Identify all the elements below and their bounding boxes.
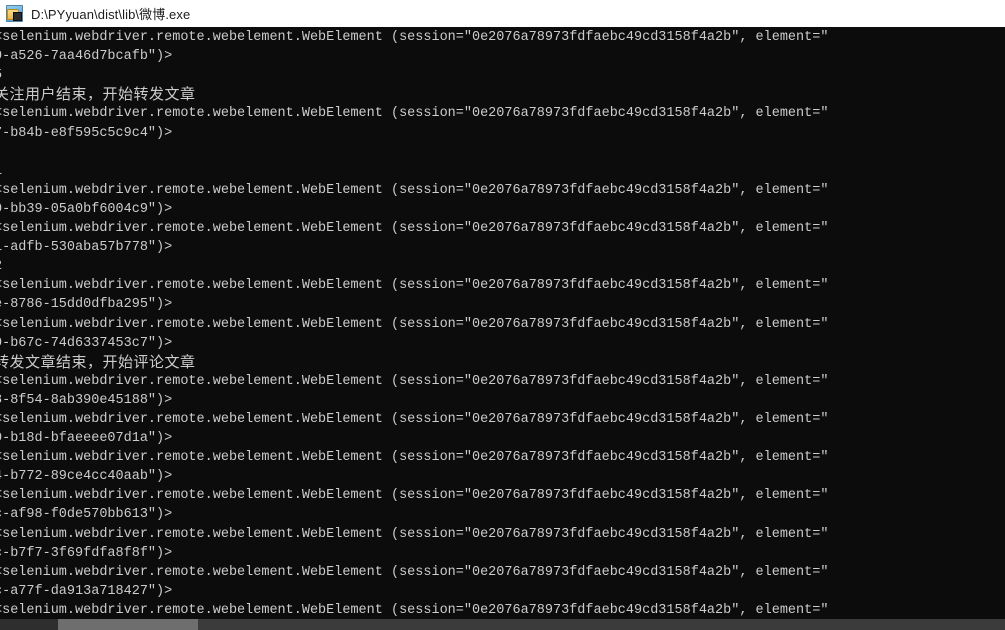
console-line: 7-b84b-e8f595c5c9c4")> — [0, 125, 173, 141]
console-line-list: 0<selenium.webdriver.remote.webelement.W… — [0, 27, 828, 619]
window-title: D:\PYyuan\dist\lib\微博.exe — [31, 7, 191, 22]
console-line: 0-b67c-74d6337453c7")> — [0, 335, 173, 351]
console-line: c-af98-f0de570bb613")> — [0, 507, 173, 523]
console-line: 0-a526-7aa46d7bcafb")> — [0, 49, 173, 65]
console-line: <selenium.webdriver.remote.webelement.We… — [0, 278, 829, 294]
horizontal-scrollbar[interactable] — [0, 619, 1005, 630]
console-window: D:\PYyuan\dist\lib\微博.exe 0<selenium.web… — [0, 0, 1005, 630]
console-line: e-8786-15dd0dfba295")> — [0, 297, 173, 313]
title-bar[interactable]: D:\PYyuan\dist\lib\微博.exe — [0, 0, 1005, 27]
console-line: 8-8f54-8ab390e45188")> — [0, 392, 173, 408]
console-line: <selenium.webdriver.remote.webelement.We… — [0, 106, 829, 122]
console-line: <selenium.webdriver.remote.webelement.We… — [0, 564, 829, 580]
console-line: 5 — [0, 66, 828, 85]
console-line: <selenium.webdriver.remote.webelement.We… — [0, 30, 829, 46]
console-line: <selenium.webdriver.remote.webelement.We… — [0, 488, 829, 504]
application-exe-icon — [6, 5, 23, 22]
console-line: <selenium.webdriver.remote.webelement.We… — [0, 182, 829, 198]
console-output-area[interactable]: 0<selenium.webdriver.remote.webelement.W… — [0, 27, 1005, 630]
console-line: <selenium.webdriver.remote.webelement.We… — [0, 450, 829, 466]
console-line: <selenium.webdriver.remote.webelement.We… — [0, 526, 829, 542]
console-text-viewport: 0<selenium.webdriver.remote.webelement.W… — [0, 27, 1005, 619]
console-line: 0-bb39-05a0bf6004c9")> — [0, 201, 173, 217]
console-line: <selenium.webdriver.remote.webelement.We… — [0, 602, 829, 618]
console-line: 0-b18d-bfaeeee07d1a")> — [0, 431, 173, 447]
console-line: 1-adfb-530aba57b778")> — [0, 240, 173, 256]
console-line: 关注用户结束，开始转发文章 — [0, 85, 196, 104]
console-line: 4-b772-89ce4cc40aab")> — [0, 469, 173, 485]
console-line: 转发文章结束，开始评论文章 — [0, 352, 196, 371]
scrollbar-thumb[interactable] — [58, 619, 198, 630]
console-line: 1 — [0, 162, 828, 181]
console-line: 2 — [0, 257, 828, 276]
console-line: <selenium.webdriver.remote.webelement.We… — [0, 221, 829, 237]
console-line: <selenium.webdriver.remote.webelement.We… — [0, 411, 829, 427]
scrollbar-track-left[interactable] — [0, 619, 58, 630]
console-line: <selenium.webdriver.remote.webelement.We… — [0, 316, 829, 332]
console-line: c-a77f-da913a718427")> — [0, 583, 173, 599]
console-line: <selenium.webdriver.remote.webelement.We… — [0, 373, 829, 389]
console-line: c-b7f7-3f69fdfa8f8f")> — [0, 545, 173, 561]
